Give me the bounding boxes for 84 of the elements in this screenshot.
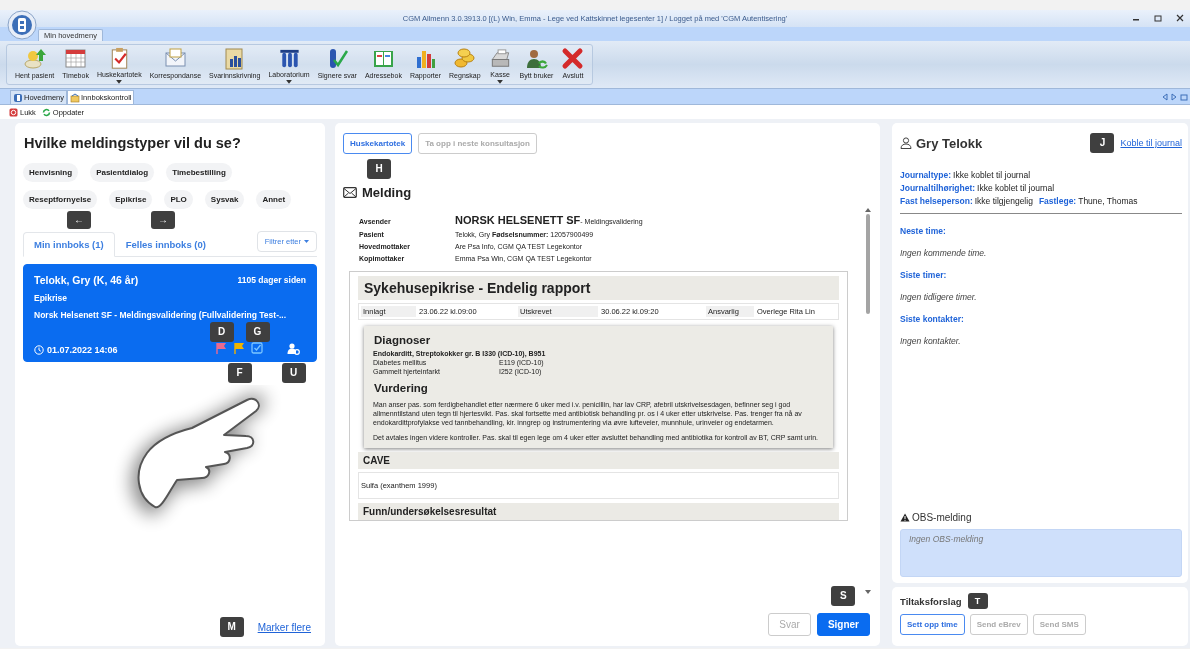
envelope-icon	[343, 187, 357, 198]
checkbox-icon[interactable]	[251, 342, 264, 355]
section-text: Ingen tidligere timer.	[900, 292, 978, 302]
section-heading: Tiltaksforslag	[900, 595, 962, 607]
inbox-tab[interactable]: Min innboks (1)	[23, 232, 115, 257]
hint-badge: J	[1090, 133, 1115, 153]
filter-chip[interactable]: Reseptfornyelse	[23, 190, 98, 209]
field-value: Ikke koblet til journal	[977, 183, 1055, 193]
up-arrow-icon	[865, 208, 871, 212]
scrollbar[interactable]	[864, 206, 872, 594]
hint-badge: M	[219, 617, 244, 637]
field-value: Ikke tilgjengelig	[974, 196, 1033, 206]
section-heading: Funn/undersøkelsesresultat	[358, 503, 839, 521]
flag-icon[interactable]	[233, 342, 246, 355]
message-time: 01.07.2022 14:06	[47, 345, 118, 355]
field-value: Ikke koblet til journal	[953, 170, 1031, 180]
caret-icon	[304, 240, 309, 243]
panel-heading: Hvilke meldingstyper vil du se?	[23, 135, 242, 151]
app-logo-icon	[13, 92, 23, 103]
card-heading: Vurdering	[374, 382, 429, 394]
inbox-icon	[70, 92, 81, 103]
field-label: Fastlege:	[1038, 196, 1077, 206]
card-heading: Diagnoser	[374, 334, 432, 346]
document-title: Sykehusepikrise - Endelig rapport	[358, 276, 839, 300]
filter-chip[interactable]: Epikrise	[109, 190, 153, 209]
hint-badge: H	[367, 159, 391, 179]
message-card[interactable]: Telokk, Gry (K, 46 år) 1105 dager siden Epikrise Norsk Helsenett SF - Meldingsvalidering (Fullvalidering Test-... D G 01.07.2022 14:06	[23, 264, 317, 362]
down-arrow-icon	[865, 590, 871, 594]
journal-link[interactable]: Koble til journal	[1120, 138, 1182, 148]
field-value: Thune, Thomas	[1078, 196, 1138, 206]
filter-chip[interactable]: Pasientdialog	[90, 163, 155, 182]
filter-chip[interactable]: PLO	[164, 190, 193, 209]
field-label: Journaltilhørighet:	[900, 183, 976, 193]
left-arrow-icon[interactable]	[1162, 93, 1168, 101]
filter-chip[interactable]: Annet	[256, 190, 292, 209]
filter-chip[interactable]: Sysvak	[204, 190, 245, 209]
person-arrow-icon	[23, 47, 47, 70]
section-heading: Neste time:	[900, 226, 947, 236]
section-heading: Siste kontakter:	[900, 314, 965, 324]
message-age: 1105 dager siden	[237, 275, 306, 285]
test-tubes-icon	[277, 47, 301, 70]
field-label: Journaltype:	[900, 170, 951, 180]
section-heading: CAVE	[358, 452, 839, 470]
person-icon	[900, 137, 912, 149]
window-icon[interactable]	[1180, 93, 1188, 101]
section-heading: OBS-melding	[912, 512, 972, 523]
section-heading: Melding	[362, 185, 412, 200]
action-button[interactable]: Sett opp time	[900, 614, 965, 635]
obs-field[interactable]: Ingen OBS-melding	[900, 529, 1182, 577]
filter-chip[interactable]: Henvisning	[23, 163, 79, 182]
hint-badge: F	[227, 363, 252, 383]
coins-icon	[453, 47, 477, 70]
calendar-icon	[64, 47, 88, 70]
add-user-icon[interactable]	[287, 342, 300, 355]
right-arrow-icon[interactable]	[1171, 93, 1177, 101]
hint-badge: D	[209, 322, 234, 342]
close-icon[interactable]	[1176, 14, 1184, 22]
hint-badge: U	[281, 363, 306, 383]
hint-badge: T	[967, 593, 988, 609]
inbox-tab[interactable]: Felles innboks (0)	[114, 232, 217, 257]
hint-badge: G	[245, 322, 270, 342]
mark-more-link[interactable]: Marker flere	[257, 621, 311, 633]
scroll-thumb[interactable]	[866, 214, 870, 314]
action-button[interactable]: Huskekartotek	[343, 133, 413, 154]
hint-badge: →	[151, 211, 175, 229]
footer-button[interactable]: Signer	[816, 613, 870, 636]
clock-icon	[34, 345, 44, 355]
users-icon	[525, 47, 548, 70]
field-label: Fast helseperson:	[900, 196, 973, 206]
section-text: Ingen kontakter.	[900, 336, 962, 346]
envelope-icon	[163, 47, 187, 70]
message-type: Epikrise	[34, 293, 69, 303]
message-sender: Norsk Helsenett SF - Meldingsvalidering (Fullvalidering Test-...	[34, 310, 288, 320]
section-heading: Siste timer:	[900, 270, 948, 280]
hint-badge: ←	[67, 211, 91, 229]
refresh-icon	[41, 107, 51, 117]
hint-badge: S	[831, 586, 856, 606]
section-text: Ingen kommende time.	[900, 248, 988, 258]
patient-name: Gry Telokk	[916, 135, 983, 151]
restore-icon[interactable]	[1154, 14, 1162, 22]
filter-chip[interactable]: Timebestilling	[166, 163, 232, 182]
patient-name: Telokk, Gry (K, 46 år)	[34, 274, 139, 286]
warning-icon	[900, 513, 910, 522]
x-icon	[561, 47, 585, 70]
